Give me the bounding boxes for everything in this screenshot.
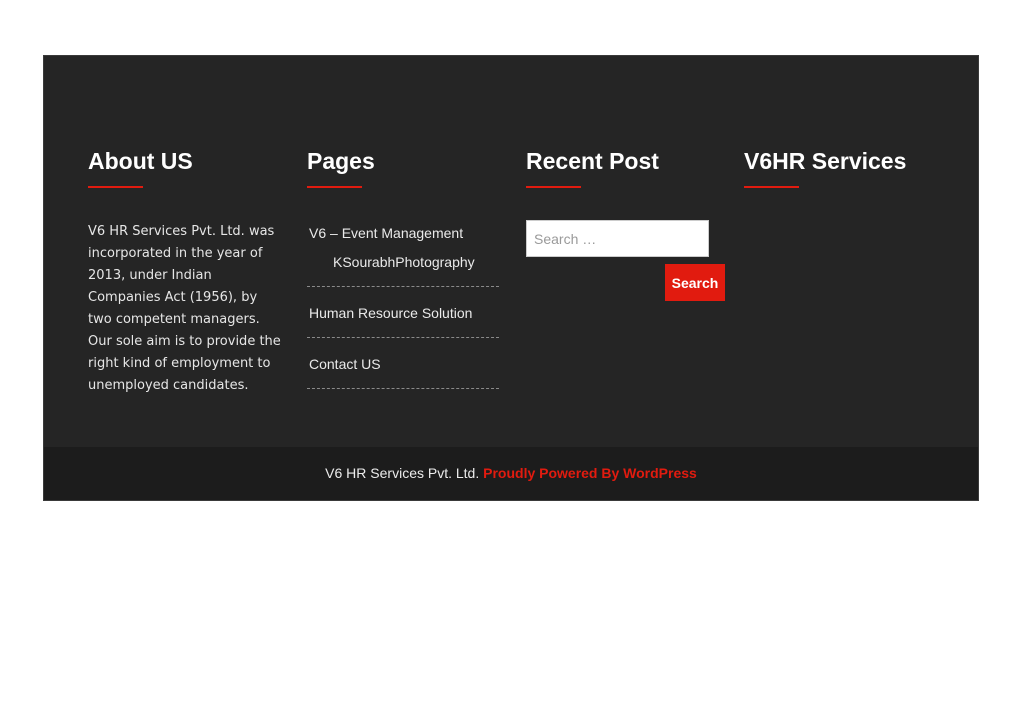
powered-by-link[interactable]: Proudly Powered By WordPress	[483, 465, 697, 481]
pages-list: V6 – Event Management KSourabhPhotograph…	[307, 215, 499, 389]
list-item: V6 – Event Management KSourabhPhotograph…	[307, 215, 499, 287]
pages-widget: Pages V6 – Event Management KSourabhPhot…	[307, 146, 499, 389]
copyright-company: V6 HR Services Pvt. Ltd.	[325, 465, 480, 481]
site-footer: About US V6 HR Services Pvt. Ltd. was in…	[43, 55, 979, 501]
list-item: Human Resource Solution	[307, 287, 499, 338]
search-form: Search	[526, 220, 726, 302]
services-title: V6HR Services	[744, 148, 907, 174]
copyright-bar: V6 HR Services Pvt. Ltd. Proudly Powered…	[44, 447, 978, 500]
about-text: V6 HR Services Pvt. Ltd. was incorporate…	[88, 224, 281, 393]
page-link-event-management[interactable]: V6 – Event Management	[309, 223, 499, 243]
page-link-contact-us[interactable]: Contact US	[309, 354, 499, 374]
about-title: About US	[88, 148, 193, 174]
recent-post-title: Recent Post	[526, 148, 659, 174]
page-link-human-resource-solution[interactable]: Human Resource Solution	[309, 303, 499, 323]
pages-title-underline	[307, 186, 362, 188]
services-widget: V6HR Services	[744, 146, 944, 188]
about-widget: About US V6 HR Services Pvt. Ltd. was in…	[88, 146, 288, 397]
recent-post-widget: Recent Post Search	[526, 146, 726, 302]
footer-widgets: About US V6 HR Services Pvt. Ltd. was in…	[44, 56, 978, 447]
page-link-ksourabh-photography[interactable]: KSourabhPhotography	[309, 252, 499, 272]
search-input[interactable]	[526, 220, 709, 257]
list-item: Contact US	[307, 338, 499, 389]
pages-title: Pages	[307, 148, 375, 174]
about-title-underline	[88, 186, 143, 188]
recent-post-title-underline	[526, 186, 581, 188]
search-button[interactable]: Search	[665, 264, 725, 301]
services-title-underline	[744, 186, 799, 188]
